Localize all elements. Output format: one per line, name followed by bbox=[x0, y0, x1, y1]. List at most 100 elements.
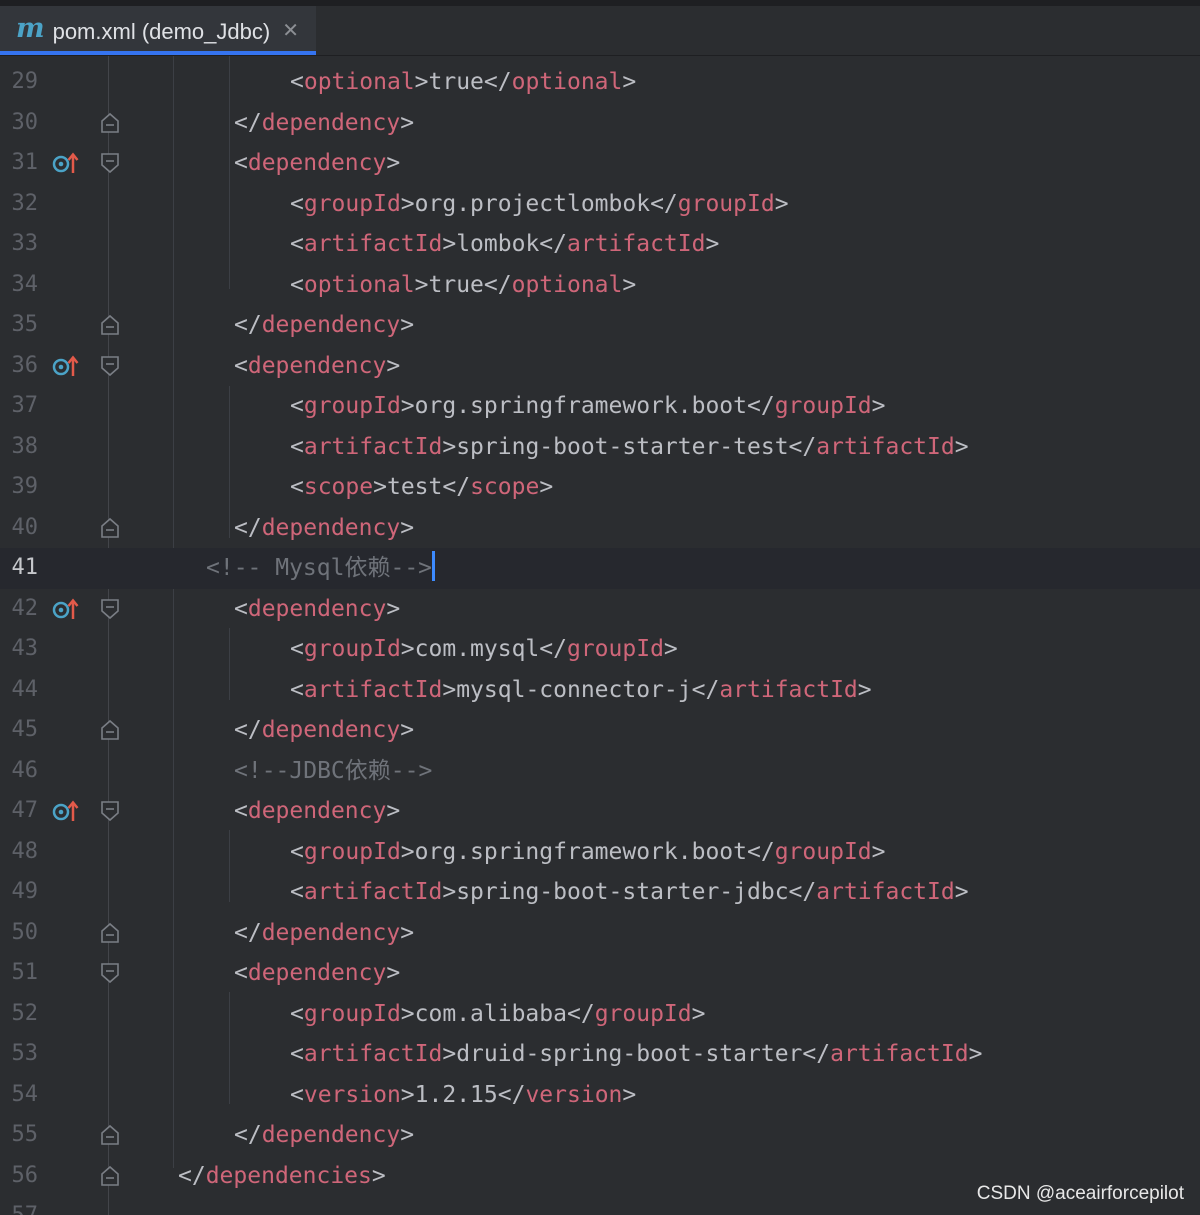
code-line[interactable]: 35 </dependency> bbox=[0, 305, 1200, 346]
xml-tag-name: dependency bbox=[261, 1122, 401, 1148]
code-text: </dependency> bbox=[234, 913, 414, 954]
xml-punctuation: > bbox=[622, 1081, 637, 1108]
xml-tag-name: artifactId bbox=[303, 1041, 443, 1067]
xml-punctuation: > bbox=[400, 1000, 415, 1027]
line-number: 55 bbox=[11, 1122, 39, 1147]
fold-end-icon[interactable] bbox=[100, 517, 120, 539]
fold-start-icon[interactable] bbox=[100, 598, 120, 620]
xml-tag-name: artifactId bbox=[567, 231, 706, 257]
code-line[interactable]: 42 <dependency> bbox=[0, 589, 1200, 630]
code-line[interactable]: 32 <groupId>org.projectlombok</groupId> bbox=[0, 184, 1200, 225]
xml-text-value: org.springframework.boot bbox=[414, 393, 747, 419]
xml-tag-name: dependency bbox=[261, 109, 401, 136]
code-line[interactable]: 55 </dependency> bbox=[0, 1115, 1200, 1156]
code-line[interactable]: 46 <!--JDBC依赖--> bbox=[0, 751, 1200, 792]
xml-tag-name: version bbox=[303, 1081, 401, 1108]
fold-end-icon[interactable] bbox=[100, 1165, 120, 1187]
line-number: 51 bbox=[11, 960, 39, 985]
code-line[interactable]: 36 <dependency> bbox=[0, 346, 1200, 387]
maven-dependency-icon[interactable] bbox=[52, 151, 80, 175]
xml-punctuation: < bbox=[290, 433, 304, 460]
xml-tag-name: optional bbox=[303, 271, 415, 298]
xml-punctuation: > bbox=[400, 1122, 415, 1148]
line-number: 54 bbox=[11, 1081, 39, 1107]
code-line[interactable]: 49 <artifactId>spring-boot-starter-jdbc</… bbox=[0, 872, 1200, 913]
code-line[interactable]: 40 </dependency> bbox=[0, 508, 1200, 549]
xml-punctuation: > bbox=[400, 919, 415, 946]
code-line[interactable]: 45 </dependency> bbox=[0, 710, 1200, 751]
fold-end-icon[interactable] bbox=[100, 719, 120, 741]
code-line[interactable]: 51 <dependency> bbox=[0, 953, 1200, 994]
code-line[interactable]: 39 <scope>test</scope> bbox=[0, 467, 1200, 508]
xml-punctuation: > bbox=[400, 109, 415, 136]
fold-start-icon[interactable] bbox=[100, 800, 120, 822]
line-number: 30 bbox=[11, 109, 39, 135]
code-editor[interactable]: 29 <optional>true</optional> 30 </dependenc… bbox=[0, 56, 1200, 1215]
fold-start-icon[interactable] bbox=[100, 152, 120, 174]
xml-punctuation: < bbox=[290, 271, 304, 298]
line-number: 45 bbox=[11, 717, 39, 742]
fold-end-icon[interactable] bbox=[100, 922, 120, 944]
xml-text-value: spring-boot-starter-test bbox=[456, 433, 789, 460]
code-line[interactable]: 50 </dependency> bbox=[0, 913, 1200, 954]
xml-punctuation: < bbox=[290, 676, 304, 703]
code-line[interactable]: 29 <optional>true</optional> bbox=[0, 62, 1200, 103]
code-line[interactable]: 44 <artifactId>mysql-connector-j</artifac… bbox=[0, 670, 1200, 711]
xml-punctuation: > bbox=[414, 271, 429, 298]
xml-tag-name: scope bbox=[303, 474, 374, 500]
xml-tag-name: groupId bbox=[303, 838, 401, 865]
code-line[interactable]: 43 <groupId>com.mysql</groupId> bbox=[0, 629, 1200, 670]
fold-start-icon[interactable] bbox=[100, 962, 120, 984]
xml-punctuation: </ bbox=[234, 514, 262, 541]
xml-punctuation: > bbox=[373, 474, 387, 500]
xml-punctuation: < bbox=[234, 595, 248, 622]
xml-punctuation: < bbox=[290, 474, 304, 500]
code-line[interactable]: 37 <groupId>org.springframework.boot</gro… bbox=[0, 386, 1200, 427]
tab-pom-xml[interactable]: m pom.xml (demo_Jdbc) ✕ bbox=[0, 6, 316, 55]
xml-punctuation: > bbox=[622, 69, 637, 95]
code-text: <groupId>com.mysql</groupId> bbox=[290, 629, 678, 670]
xml-punctuation: < bbox=[290, 879, 304, 905]
xml-punctuation: > bbox=[857, 676, 872, 703]
fold-end-icon[interactable] bbox=[100, 112, 120, 134]
code-line[interactable]: 48 <groupId>org.springframework.boot</gro… bbox=[0, 832, 1200, 873]
xml-punctuation: > bbox=[442, 1041, 457, 1067]
maven-dependency-icon[interactable] bbox=[52, 799, 80, 823]
fold-end-icon[interactable] bbox=[100, 314, 120, 336]
close-icon[interactable]: ✕ bbox=[282, 18, 299, 42]
code-line[interactable]: 47 <dependency> bbox=[0, 791, 1200, 832]
code-line[interactable]: 54 <version>1.2.15</version> bbox=[0, 1075, 1200, 1116]
xml-punctuation: < bbox=[290, 1000, 304, 1027]
xml-punctuation: < bbox=[290, 69, 304, 95]
xml-punctuation: > bbox=[400, 1081, 415, 1108]
maven-dependency-icon[interactable] bbox=[52, 354, 80, 378]
xml-punctuation: </ bbox=[234, 717, 262, 743]
code-line-current[interactable]: 41 <!-- Mysql依赖--> bbox=[0, 548, 1200, 589]
xml-punctuation: < bbox=[234, 352, 248, 379]
code-line[interactable]: 53 <artifactId>druid-spring-boot-starter<… bbox=[0, 1034, 1200, 1075]
line-number: 36 bbox=[11, 352, 39, 378]
xml-punctuation: > bbox=[400, 636, 415, 662]
maven-dependency-icon[interactable] bbox=[52, 597, 80, 621]
code-line[interactable]: 38 <artifactId>spring-boot-starter-test</… bbox=[0, 427, 1200, 468]
code-line[interactable]: 52 <groupId>com.alibaba</groupId> bbox=[0, 994, 1200, 1035]
code-line[interactable]: 30 </dependency> bbox=[0, 103, 1200, 144]
code-line[interactable]: 33 <artifactId>lombok</artifactId> bbox=[0, 224, 1200, 265]
code-line[interactable]: 31 <dependency> bbox=[0, 143, 1200, 184]
fold-end-icon[interactable] bbox=[100, 1124, 120, 1146]
xml-text-value: org.springframework.boot bbox=[414, 838, 747, 865]
code-line[interactable]: 34 <optional>true</optional> bbox=[0, 265, 1200, 306]
line-number: 43 bbox=[11, 636, 39, 661]
xml-text-value: true bbox=[428, 271, 484, 298]
xml-tag-name: version bbox=[525, 1081, 623, 1108]
xml-punctuation: </ bbox=[234, 919, 262, 946]
xml-text-value: org.projectlombok bbox=[414, 190, 651, 217]
fold-start-icon[interactable] bbox=[100, 355, 120, 377]
xml-punctuation: > bbox=[954, 879, 969, 905]
line-number: 39 bbox=[11, 474, 39, 499]
xml-punctuation: > bbox=[442, 879, 457, 905]
xml-tag-name: groupId bbox=[566, 636, 664, 662]
xml-punctuation: </ bbox=[234, 312, 262, 338]
xml-tag-name: dependency bbox=[247, 960, 387, 986]
xml-punctuation: </ bbox=[747, 393, 775, 419]
